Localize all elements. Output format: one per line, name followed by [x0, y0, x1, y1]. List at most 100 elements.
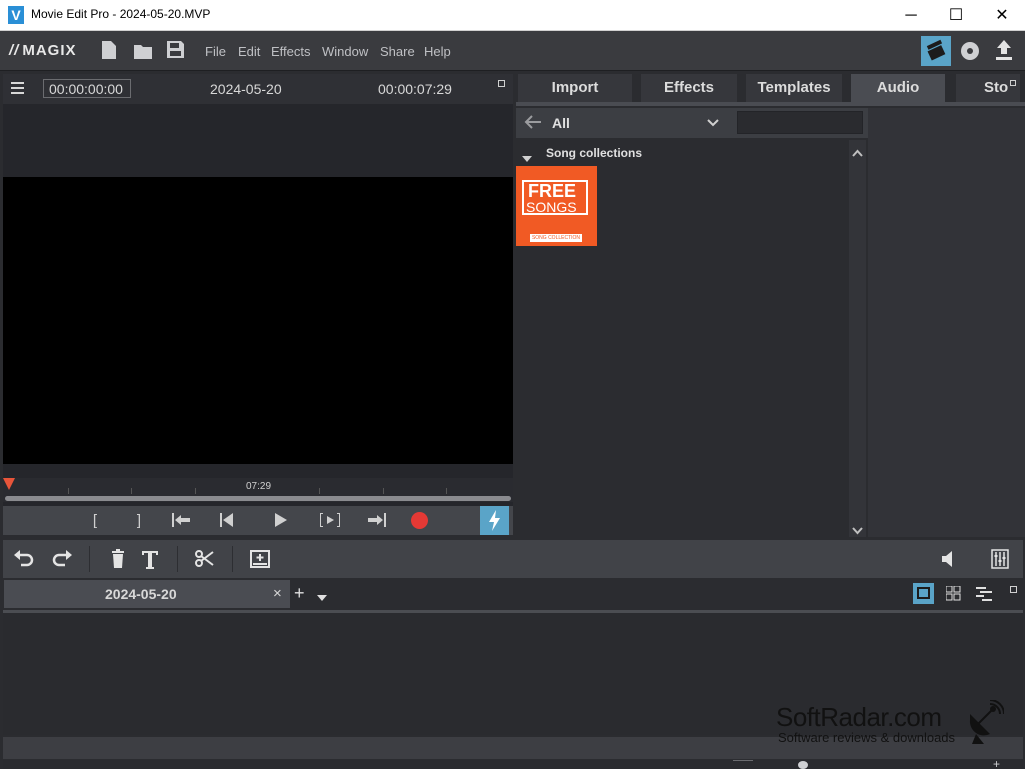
- disc-icon: [961, 42, 979, 60]
- title-bar: V Movie Edit Pro - 2024-05-20.MVP ─ ☐ ✕: [0, 0, 1025, 31]
- section-song-collections[interactable]: Song collections: [546, 146, 642, 160]
- go-to-out-icon[interactable]: [364, 512, 388, 532]
- preview-monitor: 00:00:00:00 2024-05-20 00:00:07:29 07:29…: [3, 74, 513, 535]
- browse-bar: All: [516, 108, 868, 138]
- menu-file[interactable]: File: [205, 44, 226, 59]
- delete-icon[interactable]: [107, 548, 129, 570]
- close-button[interactable]: ✕: [979, 0, 1025, 31]
- ruler-tick: [131, 488, 132, 494]
- undock-icon[interactable]: [498, 80, 505, 87]
- tab-templates[interactable]: Templates: [746, 74, 842, 102]
- category-dropdown-label[interactable]: All: [552, 115, 570, 131]
- cut-scissors-icon[interactable]: [194, 548, 216, 570]
- menu-help[interactable]: Help: [424, 44, 451, 59]
- transport-controls: [ ]: [3, 506, 513, 535]
- clapper-icon: [926, 39, 946, 61]
- timeline-toolbar: [3, 540, 1023, 578]
- free-songs-thumbnail[interactable]: FREE SONGS SONG COLLECTION: [516, 166, 597, 246]
- menu-share[interactable]: Share: [380, 44, 415, 59]
- watermark-subtitle: Software reviews & downloads: [778, 730, 956, 745]
- tab-store[interactable]: Sto: [956, 74, 1020, 102]
- project-date: 2024-05-20: [210, 81, 282, 97]
- thumbnail-line1: FREE: [528, 181, 577, 201]
- tab-effects[interactable]: Effects: [641, 74, 737, 102]
- edit-mode-button[interactable]: [921, 36, 951, 66]
- back-arrow-icon[interactable]: [524, 114, 542, 135]
- close-tab-icon[interactable]: ×: [273, 585, 282, 602]
- toolbar-separator: [89, 546, 90, 572]
- ruler-end-label: 07:29: [246, 481, 272, 492]
- record-button[interactable]: [411, 512, 428, 529]
- storyboard-mode-button[interactable]: [913, 583, 934, 604]
- speaker-icon[interactable]: [939, 548, 961, 570]
- video-area: [3, 104, 513, 508]
- menu-window[interactable]: Window: [322, 44, 368, 59]
- search-input[interactable]: [737, 111, 863, 134]
- chevron-down-icon[interactable]: [706, 116, 720, 135]
- tab-audio[interactable]: Audio: [851, 74, 945, 102]
- save-icon[interactable]: [167, 41, 185, 61]
- ruler-tick: [68, 488, 69, 494]
- grid-view-icon[interactable]: [945, 585, 961, 606]
- maximize-button[interactable]: ☐: [933, 0, 979, 31]
- satellite-dish-icon: [964, 699, 1005, 749]
- project-tab[interactable]: 2024-05-20 ×: [4, 580, 290, 608]
- insert-icon[interactable]: [249, 548, 271, 570]
- zoom-in-icon[interactable]: +: [993, 757, 1000, 769]
- open-folder-icon[interactable]: [134, 41, 152, 61]
- ruler-tick: [383, 488, 384, 494]
- project-tab-row: 2024-05-20 × +: [3, 580, 1023, 608]
- title-text-icon[interactable]: [139, 548, 161, 570]
- zoom-slider-handle[interactable]: [798, 761, 808, 769]
- upload-icon: [996, 40, 1012, 60]
- position-ruler[interactable]: 07:29: [3, 478, 513, 502]
- undock-icon[interactable]: [1010, 586, 1017, 593]
- hamburger-menu-icon[interactable]: [11, 81, 25, 100]
- watermark-title: SoftRadar.com: [776, 702, 942, 732]
- timeline-view-icon[interactable]: [976, 586, 992, 606]
- minimize-button[interactable]: ─: [888, 0, 934, 31]
- menu-effects[interactable]: Effects: [271, 44, 311, 59]
- tab-underline: [516, 102, 1025, 106]
- magix-logo: //MAGIX: [9, 42, 77, 59]
- redo-icon[interactable]: [51, 548, 73, 570]
- thumbnail-line2: SONGS: [526, 199, 577, 215]
- menu-bar: //MAGIX File Edit Effects Window Share H…: [0, 31, 1025, 71]
- ruler-tick: [446, 488, 447, 494]
- zoom-track: [733, 760, 753, 769]
- scroll-up-icon[interactable]: [852, 144, 863, 162]
- single-view-icon: [917, 587, 930, 599]
- play-icon[interactable]: [269, 512, 293, 532]
- project-tab-label: 2024-05-20: [105, 586, 177, 602]
- media-list-scrollbar[interactable]: [849, 140, 866, 537]
- lightning-icon: [489, 510, 500, 531]
- play-selection-icon[interactable]: [318, 512, 342, 532]
- scroll-down-icon[interactable]: [852, 522, 863, 540]
- undo-icon[interactable]: [13, 548, 35, 570]
- app-icon: V: [8, 6, 24, 24]
- undock-icon[interactable]: [1010, 80, 1016, 86]
- scrub-bar[interactable]: [5, 496, 511, 501]
- media-pool: Import Effects Templates Audio Sto All S…: [516, 74, 1025, 537]
- ruler-tick: [319, 488, 320, 494]
- new-file-icon[interactable]: [102, 41, 120, 61]
- menu-edit[interactable]: Edit: [238, 44, 260, 59]
- toolbar-separator: [177, 546, 178, 572]
- video-display: [3, 177, 513, 464]
- go-to-in-icon[interactable]: [170, 512, 194, 532]
- disc-button[interactable]: [958, 39, 982, 63]
- mark-in-button[interactable]: [: [83, 512, 107, 529]
- export-button[interactable]: [992, 38, 1016, 62]
- tab-menu-chevron-icon[interactable]: [317, 589, 327, 607]
- previous-frame-icon[interactable]: [215, 512, 239, 532]
- add-tab-icon[interactable]: +: [294, 583, 305, 604]
- thumbnail-badge: SONG COLLECTION: [530, 234, 582, 242]
- tab-import[interactable]: Import: [518, 74, 632, 102]
- current-timecode: 00:00:00:00: [49, 81, 123, 97]
- mixer-icon[interactable]: [989, 548, 1011, 570]
- window-title: Movie Edit Pro - 2024-05-20.MVP: [31, 7, 211, 21]
- preview-strip: [868, 108, 1025, 537]
- playhead-marker-icon[interactable]: [3, 478, 15, 490]
- mark-out-button[interactable]: ]: [127, 512, 151, 529]
- quick-action-button[interactable]: [480, 506, 509, 535]
